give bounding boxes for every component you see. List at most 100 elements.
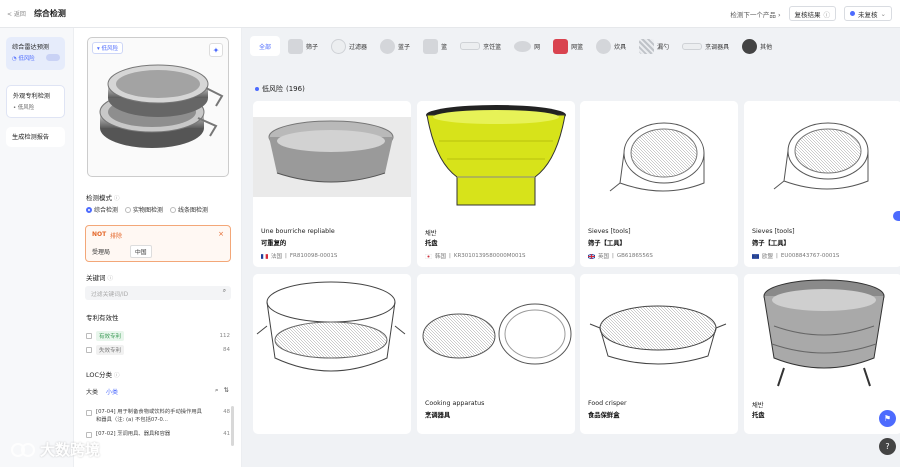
- category-chip[interactable]: 蓝子: [375, 36, 415, 56]
- side-panel-tab[interactable]: [893, 211, 900, 221]
- checkbox[interactable]: [86, 410, 92, 416]
- category-thumbnail: [639, 38, 655, 54]
- toggle-switch[interactable]: [46, 54, 60, 61]
- category-chip[interactable]: 网: [509, 36, 545, 56]
- crisper-line-drawing: [589, 305, 727, 365]
- result-card[interactable]: [253, 274, 411, 434]
- mode-option-label: 线条图检测: [178, 207, 209, 214]
- category-chip[interactable]: 过滤器: [326, 36, 372, 56]
- result-card[interactable]: Sieves [tools] 筛子【工具】 欧盟 | EU008843767-0…: [744, 101, 900, 267]
- tab-loc-minor[interactable]: 小类: [106, 387, 118, 396]
- checkbox[interactable]: [86, 332, 92, 339]
- close-icon[interactable]: ×: [218, 230, 224, 238]
- step-risk-text: 低风险: [18, 56, 35, 62]
- category-label: 漏勺: [657, 43, 670, 51]
- magic-wand-icon[interactable]: ✦: [209, 43, 223, 57]
- category-chip[interactable]: 炊具: [591, 36, 631, 56]
- card-image: [253, 274, 411, 395]
- result-card[interactable]: 채반 托盘 韩国 | KR3010139580000M001S: [417, 101, 575, 267]
- steel-basket-photo: [763, 279, 885, 387]
- review-status-button[interactable]: 未复核 ⌄: [844, 6, 892, 21]
- scrollbar[interactable]: [231, 406, 234, 446]
- office-value-chip[interactable]: 中国: [130, 245, 152, 258]
- search-icon[interactable]: ⌕: [215, 386, 219, 395]
- step-nav: 综合雷达预测 ◔ 低风险 外观专利检测 • 低风险 生成检测报告: [0, 28, 74, 467]
- mode-label: 检测模式: [86, 194, 112, 202]
- category-chip[interactable]: 漏勺: [634, 36, 674, 56]
- query-image[interactable]: ▾ 低风险 ✦: [87, 37, 229, 177]
- loc-list-item[interactable]: [07-02] 烹调用具、器具和容器 41: [86, 431, 230, 439]
- card-title-cn: 托盘: [752, 412, 765, 419]
- feedback-flag-icon[interactable]: ⚑: [879, 410, 896, 427]
- category-label: 其他: [760, 43, 773, 51]
- category-chip[interactable]: 其他: [737, 36, 777, 56]
- loc-label: LOC分类: [86, 371, 113, 379]
- yellow-basket-photo: [426, 105, 566, 206]
- category-label: 烹饪篮: [483, 43, 502, 51]
- mode-radio-line[interactable]: 线条图检测: [170, 205, 208, 214]
- card-image: [744, 274, 900, 395]
- loc-list-item[interactable]: [07-04] 用于制备食物或饮料的手动操作用具和器具（注: (a) 不包括07…: [86, 409, 230, 424]
- category-chip[interactable]: 烹调器具: [677, 36, 734, 56]
- loc-item-count: 48: [223, 409, 230, 415]
- result-card[interactable]: Sieves [tools] 筛子【工具】 英国 | GB6186556S: [580, 101, 738, 267]
- card-title-en: 채반: [752, 402, 764, 409]
- checkbox[interactable]: [86, 432, 92, 438]
- separator: |: [776, 253, 778, 259]
- search-icon[interactable]: ⌕: [223, 288, 226, 295]
- radio-selected-icon: [86, 206, 92, 213]
- sort-icon[interactable]: ⇅: [224, 386, 229, 395]
- step-design-patent[interactable]: 外观专利检测 • 低风险: [6, 85, 65, 118]
- help-button[interactable]: ?: [879, 438, 896, 455]
- step-generate-report[interactable]: 生成检测报告: [6, 127, 65, 147]
- help-icon: ⓘ: [114, 196, 120, 202]
- back-button[interactable]: < 返回: [7, 9, 26, 18]
- watermark-logo: [11, 442, 35, 457]
- category-label: 烹调器具: [705, 43, 730, 51]
- tab-loc-major[interactable]: 大类: [86, 387, 98, 396]
- flag-eu-icon: [752, 253, 759, 259]
- result-card[interactable]: Food crisper 食品保鲜盒: [580, 274, 738, 434]
- category-chip-all[interactable]: 全部: [250, 36, 281, 56]
- card-number: GB6186556S: [616, 253, 653, 259]
- card-country: 欧盟: [762, 254, 774, 260]
- result-card[interactable]: 채반 托盘: [744, 274, 900, 434]
- category-label: 篮: [441, 43, 448, 51]
- bookmark-icon: ▾: [97, 46, 100, 52]
- category-thumbnail: [553, 38, 569, 54]
- checkbox[interactable]: [86, 346, 92, 353]
- category-chip[interactable]: 筛子: [283, 36, 323, 56]
- result-card[interactable]: Une bourriche repliable 可重复的 法国 | FR8100…: [253, 101, 411, 267]
- step-radar-prediction[interactable]: 综合雷达预测 ◔ 低风险: [6, 37, 65, 70]
- radio-icon: [125, 206, 132, 213]
- keyword-input[interactable]: 过滤关键词/ID ⌕: [85, 286, 231, 300]
- validity-valid-row[interactable]: 有效专利 112: [86, 330, 230, 341]
- chevron-down-icon: ⌄: [880, 9, 886, 18]
- next-product-link[interactable]: 检测下一个产品 ›: [730, 9, 780, 19]
- category-label: 过滤器: [349, 43, 368, 51]
- card-publication: 欧盟 | EU008843767-0001S: [752, 252, 839, 260]
- step-label: 综合雷达预测: [12, 44, 50, 51]
- card-title-cn: 烹调器具: [425, 412, 451, 419]
- category-label: 蓝子: [398, 43, 411, 51]
- validity-invalid-row[interactable]: 失效专利 84: [86, 344, 230, 355]
- watermark-text: 大数跨境: [40, 441, 101, 459]
- card-country: 韩国: [435, 254, 447, 260]
- category-chip[interactable]: 网篮: [548, 36, 588, 56]
- category-label: 炊具: [614, 43, 627, 51]
- category-label: 筛子: [306, 43, 319, 51]
- next-product-label: 检测下一个产品: [730, 10, 776, 19]
- category-chip[interactable]: 篮: [418, 36, 452, 56]
- mode-option-label: 实物图检测: [133, 207, 164, 214]
- separator: |: [449, 253, 451, 259]
- mode-radio-combined[interactable]: 综合检测: [86, 205, 118, 214]
- recheck-result-button[interactable]: 复核结果 ⓘ: [788, 6, 837, 21]
- round-sieve-line-drawing: [256, 281, 406, 372]
- not-label: NOT: [92, 231, 107, 238]
- card-image: [417, 101, 575, 212]
- keyword-heading: 关键词 ⓘ: [86, 272, 113, 282]
- category-chip[interactable]: 烹饪篮: [455, 36, 506, 56]
- card-image: [744, 101, 900, 212]
- result-card[interactable]: Cooking apparatus 烹调器具: [417, 274, 575, 434]
- mode-radio-photo[interactable]: 实物图检测: [125, 205, 163, 214]
